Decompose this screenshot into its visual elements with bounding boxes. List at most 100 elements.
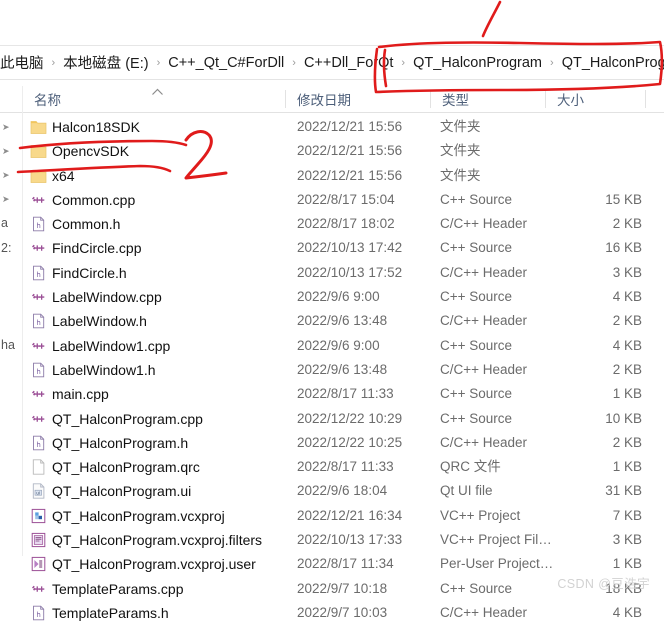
file-name[interactable]: OpencvSDK (52, 139, 129, 163)
file-date-modified: 2022/12/21 15:56 (297, 143, 403, 159)
cpp-source-icon (30, 239, 47, 257)
file-row[interactable]: Halcon18SDK 2022/12/21 15:56 文件夹 (0, 115, 664, 139)
file-list[interactable]: Halcon18SDK 2022/12/21 15:56 文件夹 OpencvSDK 2… (0, 115, 664, 625)
file-size: 2 KB (612, 216, 642, 232)
file-name[interactable]: main.cpp (52, 382, 109, 406)
address-bar[interactable]: 此电脑 › 本地磁盘 (E:) › C++_Qt_C#ForDll › C++Dll_For… (0, 45, 664, 80)
file-row[interactable]: h QT_HalconProgram.h 2022/12/22 10:25 C/C++… (0, 431, 664, 455)
breadcrumb-separator: › (550, 57, 554, 69)
file-size: 4 KB (612, 337, 642, 353)
file-name[interactable]: Common.h (52, 212, 120, 236)
breadcrumb-item-5[interactable]: QT_HalconProgram (561, 53, 664, 73)
file-row[interactable]: OpencvSDK 2022/12/21 15:56 文件夹 (0, 139, 664, 163)
file-row[interactable]: QT_HalconProgram.vcxproj 2022/12/21 16:34… (0, 504, 664, 528)
folder-icon (30, 167, 47, 185)
file-name[interactable]: QT_HalconProgram.vcxproj.user (52, 552, 256, 576)
svg-text:ui: ui (36, 491, 40, 497)
file-size (470, 115, 642, 139)
svg-text:h: h (36, 441, 40, 449)
file-date-modified: 2022/8/17 15:04 (297, 191, 395, 207)
file-row[interactable]: h LabelWindow1.h 2022/9/6 13:48 C/C++ Heade… (0, 358, 664, 382)
file-row[interactable]: QT_HalconProgram.qrc 2022/8/17 11:33 QRC 文… (0, 455, 664, 479)
file-name[interactable]: LabelWindow1.h (52, 358, 156, 382)
file-date-modified: 2022/9/6 9:00 (297, 289, 380, 305)
breadcrumb-separator: › (401, 57, 406, 69)
column-header-size[interactable]: 大小 (545, 86, 645, 112)
file-row[interactable]: LabelWindow1.cpp 2022/9/6 9:00 C++ Source 4… (0, 334, 664, 358)
file-row[interactable]: LabelWindow.cpp 2022/9/6 9:00 C++ Source 4 … (0, 285, 664, 309)
breadcrumb-separator: › (156, 57, 161, 69)
file-name[interactable]: Common.cpp (52, 188, 135, 212)
file-name[interactable]: QT_HalconProgram.vcxproj (52, 504, 225, 528)
file-name[interactable]: FindCircle.h (52, 261, 127, 285)
file-size: 15 KB (605, 191, 642, 207)
breadcrumb-item-3[interactable]: C++Dll_ForQt (303, 53, 394, 73)
column-divider[interactable] (645, 90, 646, 108)
breadcrumb-item-1[interactable]: 本地磁盘 (E:) (62, 50, 149, 75)
header-file-icon: h (30, 361, 47, 379)
file-date-modified: 2022/10/13 17:42 (297, 240, 403, 256)
file-name[interactable]: x64 (52, 164, 75, 188)
svg-text:h: h (36, 611, 40, 619)
breadcrumb-separator: › (51, 57, 56, 69)
explorer-window: 此电脑 › 本地磁盘 (E:) › C++_Qt_C#ForDll › C++Dll_For… (0, 0, 664, 621)
file-row[interactable]: h TemplateParams.h 2022/9/7 10:03 C/C++ Hea… (0, 601, 664, 625)
column-header-date[interactable]: 修改日期 (285, 86, 430, 112)
file-name[interactable]: Halcon18SDK (52, 115, 140, 139)
file-name[interactable]: LabelWindow1.cpp (52, 334, 170, 358)
file-name[interactable]: QT_HalconProgram.vcxproj.filters (52, 528, 262, 552)
file-row[interactable]: h FindCircle.h 2022/10/13 17:52 C/C++ Heade… (0, 261, 664, 285)
file-date-modified: 2022/9/7 10:03 (297, 604, 388, 620)
file-name[interactable]: LabelWindow.h (52, 309, 147, 333)
file-date-modified: 2022/8/17 11:34 (297, 556, 394, 572)
breadcrumb-item-4[interactable]: QT_HalconProgram (412, 53, 543, 73)
file-row[interactable]: QT_HalconProgram.vcxproj.filters 2022/10/… (0, 528, 664, 552)
file-name[interactable]: QT_HalconProgram.h (52, 431, 188, 455)
file-date-modified: 2022/8/17 11:33 (297, 386, 394, 402)
file-date-modified: 2022/9/7 10:18 (297, 580, 388, 596)
file-date-modified: 2022/12/21 15:56 (297, 119, 403, 134)
column-header-type[interactable]: 类型 (430, 86, 545, 112)
file-row[interactable]: Common.cpp 2022/8/17 15:04 C++ Source 15 KB (0, 188, 664, 212)
file-row[interactable]: ui QT_HalconProgram.ui 2022/9/6 18:04 Qt UI… (0, 479, 664, 503)
file-date-modified: 2022/10/13 17:52 (297, 264, 403, 280)
cpp-source-icon (30, 410, 47, 428)
file-size: 1 KB (612, 386, 642, 402)
file-date-modified: 2022/12/22 10:29 (297, 410, 403, 426)
file-row[interactable]: FindCircle.cpp 2022/10/13 17:42 C++ Source… (0, 236, 664, 260)
column-header-row: 名称 修改日期 类型 大小 (0, 86, 664, 113)
cpp-source-icon (30, 288, 47, 306)
breadcrumb-item-2[interactable]: C++_Qt_C#ForDll (167, 53, 285, 73)
file-date-modified: 2022/12/21 16:34 (297, 507, 403, 523)
file-name[interactable]: QT_HalconProgram.cpp (52, 407, 203, 431)
file-date-modified: 2022/9/6 13:48 (297, 313, 388, 329)
file-size: 4 KB (612, 289, 642, 305)
file-date-modified: 2022/9/6 9:00 (297, 337, 380, 353)
breadcrumb-item-0[interactable]: 此电脑 (0, 50, 45, 75)
file-name[interactable]: LabelWindow.cpp (52, 285, 162, 309)
file-row[interactable]: main.cpp 2022/8/17 11:33 C++ Source 1 KB (0, 382, 664, 406)
header-file-icon: h (30, 312, 47, 330)
file-size: 2 KB (612, 434, 642, 450)
file-row[interactable]: h LabelWindow.h 2022/9/6 13:48 C/C++ Header… (0, 309, 664, 333)
file-name[interactable]: QT_HalconProgram.ui (52, 479, 191, 503)
blank-document-icon (30, 458, 47, 476)
file-row[interactable]: x64 2022/12/21 15:56 文件夹 (0, 164, 664, 188)
file-size: 4 KB (612, 604, 642, 620)
folder-icon (30, 142, 47, 160)
file-size: 3 KB (612, 264, 642, 280)
cpp-source-icon (30, 191, 47, 209)
breadcrumb-separator: › (292, 57, 296, 69)
file-row[interactable]: h Common.h 2022/8/17 18:02 C/C++ Header 2 KB (0, 212, 664, 236)
header-file-icon: h (30, 264, 47, 282)
vcxproj-icon (30, 507, 47, 525)
file-name[interactable]: FindCircle.cpp (52, 236, 141, 260)
svg-text:h: h (36, 271, 40, 279)
file-name[interactable]: TemplateParams.h (52, 601, 169, 625)
file-size (470, 139, 642, 163)
file-size: 10 KB (605, 410, 642, 426)
file-name[interactable]: TemplateParams.cpp (52, 577, 184, 601)
file-name[interactable]: QT_HalconProgram.qrc (52, 455, 200, 479)
file-row[interactable]: QT_HalconProgram.cpp 2022/12/22 10:29 C++ … (0, 407, 664, 431)
vcxproj-filters-icon (30, 531, 47, 549)
